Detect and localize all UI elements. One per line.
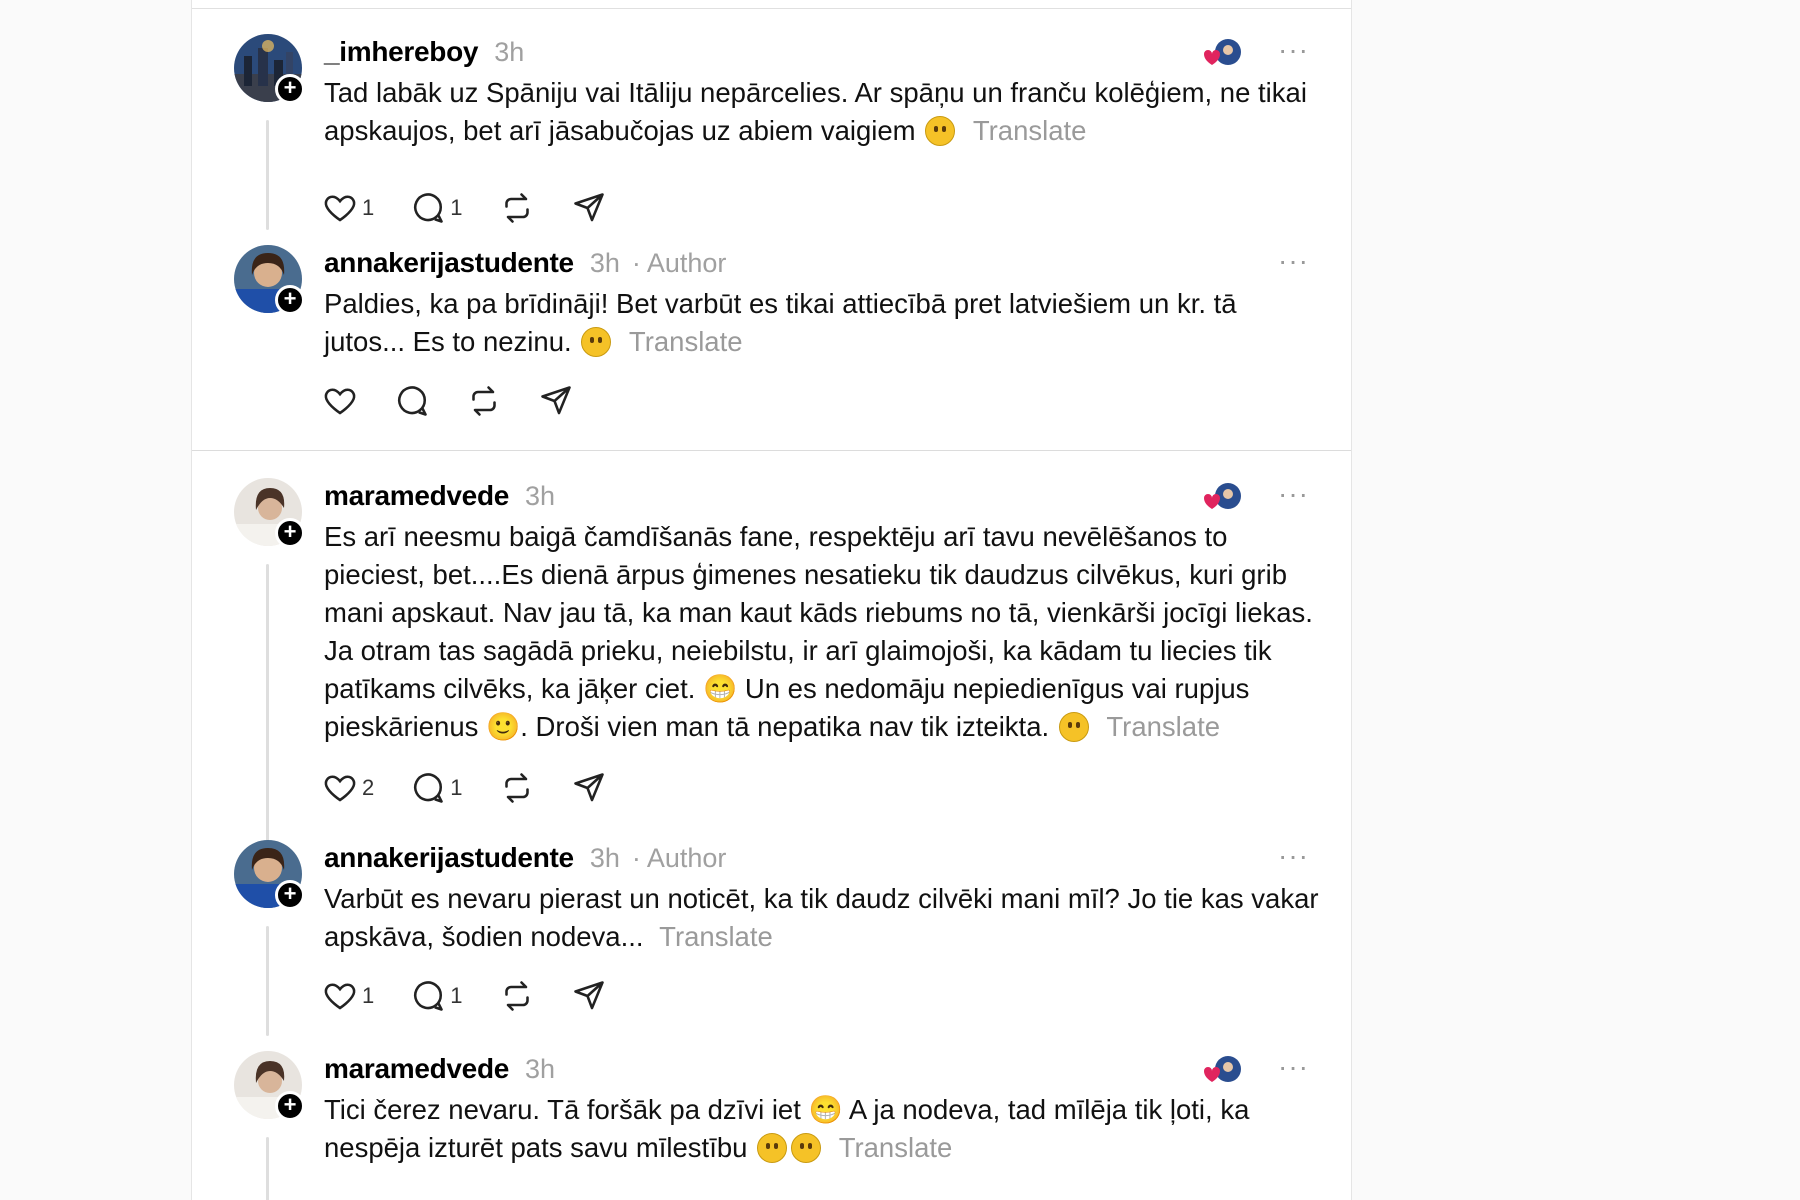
author-tag: · Author <box>631 247 727 278</box>
heart-icon <box>324 388 356 415</box>
post-time[interactable]: 3h <box>590 843 620 874</box>
heart-icon <box>324 775 356 802</box>
like-count: 1 <box>362 195 375 220</box>
post-time[interactable]: 3h <box>590 248 620 279</box>
send-icon <box>573 193 604 222</box>
post-time[interactable]: 3h <box>525 481 555 512</box>
repost-button[interactable] <box>499 770 535 806</box>
repost-icon <box>504 981 529 1011</box>
comment-icon <box>398 386 427 416</box>
like-button[interactable]: 1 <box>322 978 374 1014</box>
post-body: Varbūt es nevaru pierast un noticēt, ka … <box>324 883 1319 952</box>
post-time[interactable]: 3h <box>494 37 524 68</box>
follow-plus-icon[interactable]: + <box>275 1091 305 1121</box>
username[interactable]: maramedvede <box>324 1053 509 1085</box>
liked-by-author-icon <box>1202 1055 1242 1085</box>
divider <box>192 450 1351 451</box>
post-text: Tad labāk uz Spāniju vai Itāliju nepārce… <box>324 74 1324 150</box>
post-text: Paldies, ka pa brīdināji! Bet varbūt es … <box>324 285 1324 361</box>
reply-button[interactable]: 1 <box>410 770 463 806</box>
reply-button[interactable]: 1 <box>410 978 463 1014</box>
thread-line <box>266 120 269 230</box>
post-text: Varbūt es nevaru pierast un noticēt, ka … <box>324 880 1324 956</box>
reply-count: 1 <box>450 775 463 800</box>
translate-link[interactable]: Translate <box>1106 711 1220 742</box>
reply-count: 1 <box>450 983 463 1008</box>
repost-icon <box>504 193 529 223</box>
thread-line <box>266 926 269 1036</box>
username[interactable]: annakerijastudente <box>324 842 574 874</box>
send-icon <box>573 981 604 1010</box>
translate-link[interactable]: Translate <box>659 921 773 952</box>
more-options-button[interactable]: ··· <box>1278 36 1309 64</box>
post-text: Tici čerez nevaru. Tā foršāk pa dzīvi ie… <box>324 1091 1324 1167</box>
post-body: Es arī neesmu baigā čamdīšanās fane, res… <box>324 521 1313 742</box>
replies-feed: + _imhereboy 3h ··· Tad labāk uz Spāniju… <box>191 0 1352 1200</box>
thread-line <box>266 1137 269 1200</box>
username[interactable]: annakerijastudente <box>324 247 574 279</box>
confused-emoji-icon <box>1058 712 1089 742</box>
comment-icon <box>414 773 444 803</box>
share-button[interactable] <box>571 978 607 1014</box>
send-icon <box>573 773 604 802</box>
post-body: Tici čerez nevaru. Tā foršāk pa dzīvi ie… <box>324 1094 1250 1163</box>
repost-icon <box>504 773 529 803</box>
repost-icon <box>472 386 496 416</box>
repost-button[interactable] <box>466 383 502 419</box>
share-button[interactable] <box>571 770 607 806</box>
more-options-button[interactable]: ··· <box>1278 480 1309 508</box>
like-button[interactable] <box>322 383 358 419</box>
share-button[interactable] <box>571 190 607 226</box>
translate-link[interactable]: Translate <box>839 1132 953 1163</box>
comment-icon <box>414 193 444 223</box>
like-count: 2 <box>362 775 375 800</box>
zany-face-emoji-icon <box>757 1133 788 1163</box>
follow-plus-icon[interactable]: + <box>275 880 305 910</box>
translate-link[interactable]: Translate <box>629 326 743 357</box>
liked-by-author-icon <box>1202 482 1242 512</box>
comment-icon <box>414 981 444 1011</box>
repost-button[interactable] <box>499 978 535 1014</box>
more-options-button[interactable]: ··· <box>1278 247 1309 275</box>
divider <box>192 8 1351 9</box>
like-button[interactable]: 2 <box>322 770 374 806</box>
like-button[interactable]: 1 <box>322 190 374 226</box>
post-time[interactable]: 3h <box>525 1054 555 1085</box>
author-tag: · Author <box>631 842 727 873</box>
share-button[interactable] <box>538 383 574 419</box>
follow-plus-icon[interactable]: + <box>275 74 305 104</box>
post-body: Tad labāk uz Spāniju vai Itāliju nepārce… <box>324 77 1307 146</box>
heart-icon <box>324 983 356 1010</box>
send-icon <box>541 386 571 415</box>
follow-plus-icon[interactable]: + <box>275 285 305 315</box>
reply-button[interactable] <box>394 383 430 419</box>
translate-link[interactable]: Translate <box>973 115 1087 146</box>
username[interactable]: maramedvede <box>324 480 509 512</box>
reply-count: 1 <box>450 195 463 220</box>
more-options-button[interactable]: ··· <box>1278 1053 1309 1081</box>
reply-button[interactable]: 1 <box>410 190 463 226</box>
laughing-emoji-icon <box>581 327 612 357</box>
like-count: 1 <box>362 983 375 1008</box>
heart-icon <box>324 195 356 222</box>
follow-plus-icon[interactable]: + <box>275 518 305 548</box>
grinning-sweat-emoji-icon <box>925 116 956 146</box>
liked-by-author-icon <box>1202 38 1242 68</box>
post-body: Paldies, ka pa brīdināji! Bet varbūt es … <box>324 288 1237 357</box>
post-text: Es arī neesmu baigā čamdīšanās fane, res… <box>324 518 1324 746</box>
username[interactable]: _imhereboy <box>324 36 478 68</box>
grinning-sweat-emoji-icon <box>791 1133 822 1163</box>
more-options-button[interactable]: ··· <box>1278 842 1309 870</box>
repost-button[interactable] <box>499 190 535 226</box>
